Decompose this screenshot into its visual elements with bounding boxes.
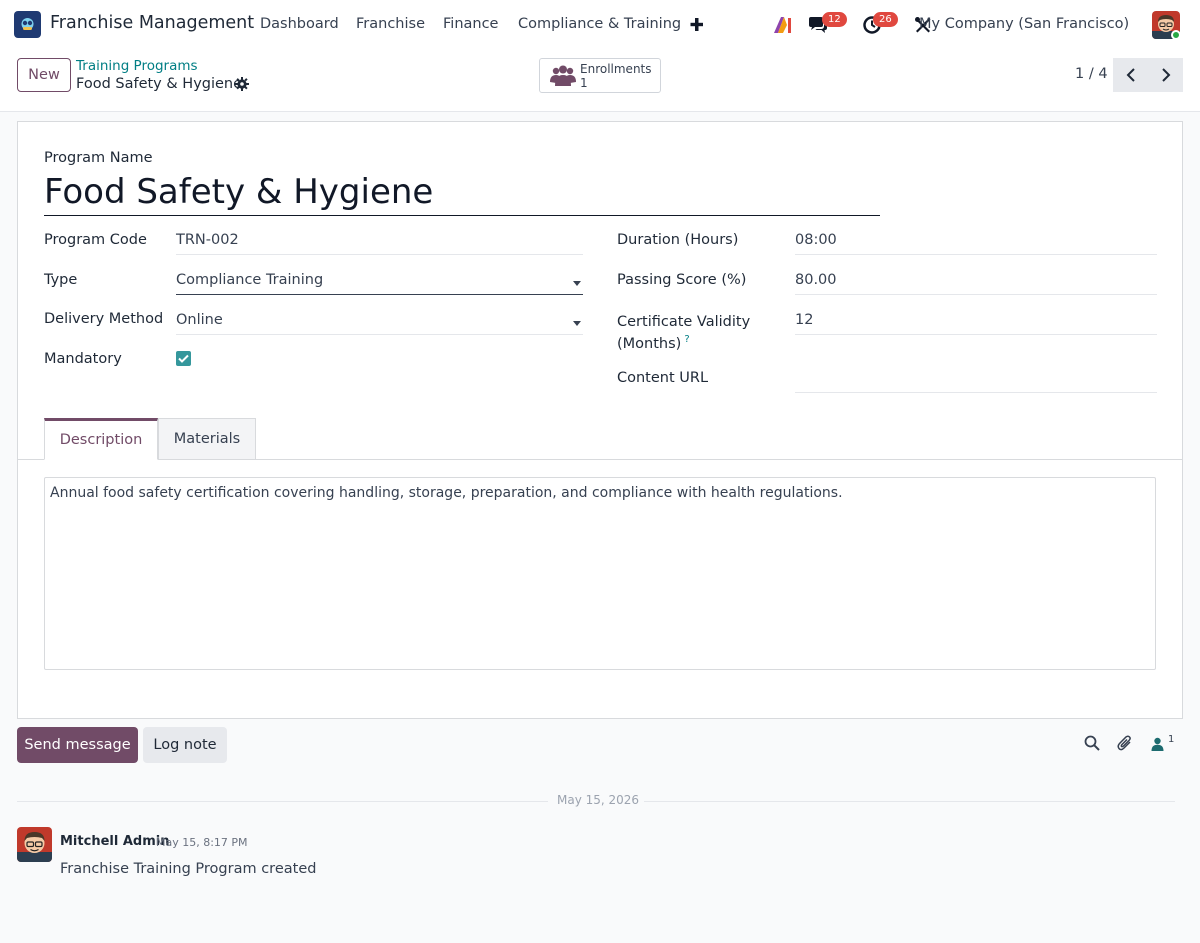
passing-score-value: 80.00 [795,272,837,288]
checkmark-icon [178,354,189,363]
followers-count: 1 [1168,734,1175,745]
gear-icon[interactable] [235,77,249,91]
followers-icon[interactable] [1151,737,1164,755]
breadcrumb-current-record: Food Safety & Hygiene [76,76,243,92]
program-code-label: Program Code [44,232,147,248]
date-separator-line [644,801,1175,802]
caret-down-icon [573,281,581,286]
message-body: Franchise Training Program created [60,861,317,877]
chevron-left-icon [1126,68,1135,82]
content-url-field[interactable] [795,370,1157,393]
enrollments-smart-button[interactable]: Enrollments 1 [539,58,661,93]
send-message-button[interactable]: Send message [17,727,138,763]
pager-previous-button[interactable] [1113,58,1148,92]
new-button[interactable]: New [17,58,71,92]
breadcrumb-training-programs[interactable]: Training Programs [76,58,198,74]
control-panel: New Training Programs Food Safety & Hygi… [0,49,1200,112]
delivery-method-value: Online [176,312,223,328]
program-code-field[interactable]: TRN-002 [176,232,583,255]
app-title[interactable]: Franchise Management [50,13,254,33]
notebook-tabs: Description Materials [18,418,1182,460]
date-separator: May 15, 2026 [557,793,640,807]
mandatory-label: Mandatory [44,351,122,367]
caret-down-icon [573,321,581,326]
tab-materials[interactable]: Materials [158,418,256,460]
type-value: Compliance Training [176,272,324,288]
menu-dashboard[interactable]: Dashboard [260,16,339,32]
description-editor[interactable]: Annual food safety certification coverin… [44,477,1156,670]
certificate-validity-label: Certificate Validity (Months)? [617,311,750,357]
enrollments-label: Enrollments [580,62,652,76]
pager-next-button[interactable] [1148,58,1183,92]
type-select[interactable]: Compliance Training [176,272,583,295]
chevron-right-icon [1161,68,1170,82]
duration-label: Duration (Hours) [617,232,739,248]
log-note-button[interactable]: Log note [143,727,227,763]
certificate-validity-label-line1: Certificate Validity [617,314,751,330]
mandatory-checkbox[interactable] [176,351,191,366]
online-status-indicator [1171,30,1181,40]
message-author-avatar[interactable] [17,827,52,862]
enrollments-count: 1 [580,76,588,90]
certificate-validity-label-line2: (Months) [617,336,682,352]
top-navbar: Franchise Management Dashboard Franchise… [0,0,1200,49]
program-code-value: TRN-002 [176,232,239,248]
add-menu-plus-icon[interactable] [689,15,705,33]
message-author[interactable]: Mitchell Admin [60,834,169,849]
certificate-validity-field[interactable]: 12 [795,312,1157,335]
delivery-method-select[interactable]: Online [176,312,583,335]
search-icon[interactable] [1084,735,1100,755]
date-separator-line [17,801,548,802]
duration-field[interactable]: 08:00 [795,232,1157,255]
menu-compliance-training[interactable]: Compliance & Training [518,16,681,32]
app-logo-icon[interactable] [14,11,41,38]
duration-value: 08:00 [795,232,837,248]
tab-description[interactable]: Description [44,418,158,460]
activities-badge: 26 [873,12,898,27]
help-tooltip-icon[interactable]: ? [684,334,689,345]
certificate-validity-value: 12 [795,312,814,328]
paperclip-icon[interactable] [1117,735,1133,756]
messages-badge: 12 [822,12,847,27]
menu-franchise[interactable]: Franchise [356,16,425,32]
ai-assistant-icon[interactable] [772,15,794,35]
delivery-method-label: Delivery Method [44,311,164,327]
message-timestamp: May 15, 8:17 PM [156,836,248,849]
pager-value[interactable]: 1 / 4 [1075,66,1108,82]
company-switcher[interactable]: My Company (San Francisco) [919,16,1129,32]
passing-score-field[interactable]: 80.00 [795,272,1157,295]
program-name-label: Program Name [44,150,153,166]
type-label: Type [44,272,78,288]
form-sheet: Program Name Food Safety & Hygiene Progr… [17,121,1183,719]
program-name-input[interactable]: Food Safety & Hygiene [44,170,880,216]
content-url-label: Content URL [617,370,709,386]
menu-finance[interactable]: Finance [443,16,498,32]
users-group-icon [550,64,576,88]
passing-score-label: Passing Score (%) [617,272,747,288]
